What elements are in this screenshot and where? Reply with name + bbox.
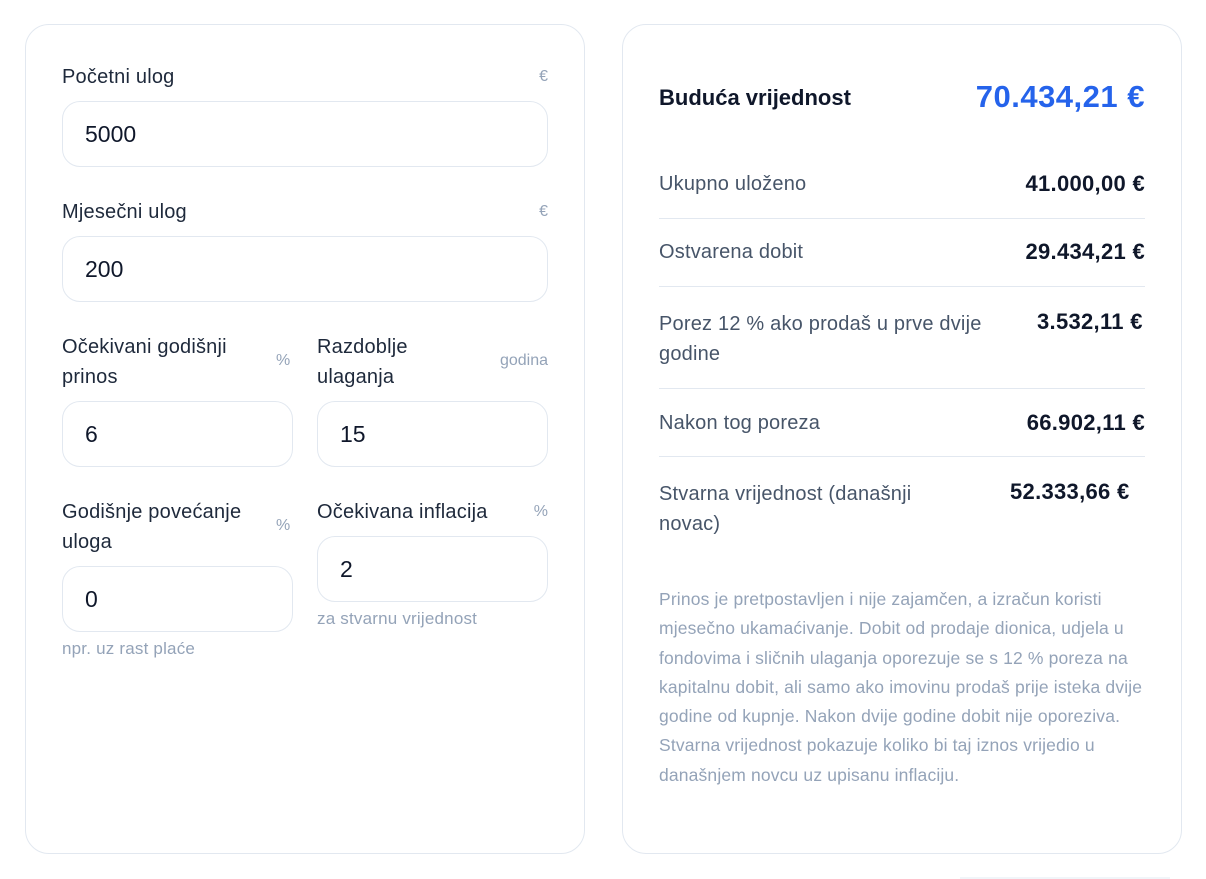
after-tax-label: Nakon tog poreza [659,412,821,434]
profit-row: Ostvarena dobit 29.434,21 € [659,219,1145,287]
annual-increase-hint: npr. uz rast plaće [62,639,196,658]
inflation-unit: % [533,503,548,520]
real-value-value: 52.333,66 € [1010,479,1130,504]
tax-label: Porez 12 % ako prodaš u prve dvije godin… [659,313,982,365]
monthly-deposit-unit: € [539,203,548,220]
after-tax-value: 66.902,11 € [1026,410,1145,435]
period-label: Razdoblje ulaganja [317,336,408,388]
calculator-results-card: Buduća vrijednost 70.434,21 € Ukupno ulo… [622,24,1182,854]
return-rate-input[interactable]: 6 [62,401,293,467]
profit-label: Ostvarena dobit [659,241,804,263]
annual-increase-unit: % [276,517,291,534]
disclaimer-note: Prinos je pretpostavljen i nije zajamčen… [659,589,1143,785]
total-invested-label: Ukupno uloženo [659,173,807,195]
initial-deposit-input[interactable]: 5000 [62,101,548,167]
total-invested-row: Ukupno uloženo 41.000,00 € [659,151,1145,219]
annual-increase-input[interactable]: 0 [62,566,293,632]
calculator-inputs-card: Početni ulog € 5000 Mjesečni ulog € 200 … [25,24,585,854]
return-rate-unit: % [276,352,291,369]
monthly-deposit-input[interactable]: 200 [62,236,548,302]
total-invested-value: 41.000,00 € [1025,171,1145,196]
return-rate-label: Očekivani godišnji prinos [62,336,227,388]
period-input[interactable]: 15 [317,401,548,467]
monthly-deposit-label: Mjesečni ulog [62,201,187,223]
inflation-hint: za stvarnu vrijednost [317,609,478,628]
real-value-label: Stvarna vrijednost (današnji novac) [659,483,912,535]
initial-deposit-unit: € [539,68,548,85]
tax-row: Porez 12 % ako prodaš u prve dvije godin… [659,287,1145,389]
period-unit: godina [499,352,548,369]
inflation-label: Očekivana inflacija [317,501,488,523]
profit-value: 29.434,21 € [1025,239,1145,264]
annual-increase-label: Godišnje povećanje uloga [62,501,242,553]
inflation-input[interactable]: 2 [317,536,548,602]
tax-value: 3.532,11 € [1037,309,1143,334]
future-value-label: Buduća vrijednost [659,85,851,110]
after-tax-row: Nakon tog poreza 66.902,11 € [659,389,1145,457]
real-value-row: Stvarna vrijednost (današnji novac) 52.3… [659,457,1145,561]
initial-deposit-label: Početni ulog [62,66,175,88]
future-value-amount: 70.434,21 € [975,79,1145,114]
